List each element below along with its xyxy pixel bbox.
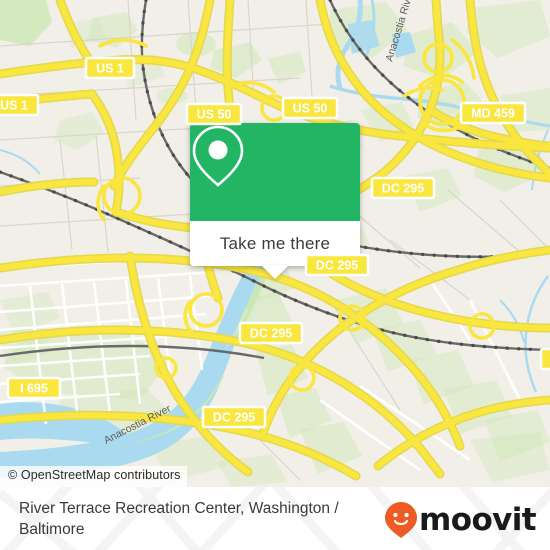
- svg-text:DC 295: DC 295: [213, 411, 255, 425]
- shield-i695: I 695: [6, 376, 62, 400]
- map-shield-layer: US 1 US 1 US 50 US 50 MD 459 DC 295 DC 2…: [0, 56, 550, 429]
- shield-md459: MD 459: [459, 101, 527, 125]
- moovit-smiley-pin-icon: [385, 502, 418, 538]
- shield-edge-clipped: [539, 347, 550, 371]
- shield-dc295-d: DC 295: [201, 405, 267, 429]
- shield-us1-b: US 1: [0, 93, 40, 117]
- moovit-logo[interactable]: moovit: [384, 501, 537, 539]
- svg-text:DC 295: DC 295: [382, 182, 424, 196]
- svg-text:DC 295: DC 295: [316, 259, 358, 273]
- svg-text:US 1: US 1: [96, 62, 124, 76]
- moovit-wordmark: moovit: [419, 501, 537, 538]
- shield-us50-b: US 50: [281, 96, 339, 120]
- svg-text:I 695: I 695: [20, 382, 48, 396]
- footer-bar: River Terrace Recreation Center, Washing…: [0, 487, 550, 550]
- shield-dc295-b: DC 295: [304, 253, 370, 277]
- shield-dc295-c: DC 295: [238, 321, 304, 345]
- shield-us50-a: US 50: [185, 102, 243, 126]
- svg-text:US 50: US 50: [293, 102, 328, 116]
- location-title: River Terrace Recreation Center, Washing…: [19, 500, 339, 538]
- svg-text:DC 295: DC 295: [250, 327, 292, 341]
- map-canvas[interactable]: Anacostia River Anacostia River US 1 US …: [0, 0, 550, 487]
- shield-dc295-a: DC 295: [370, 176, 436, 200]
- svg-text:MD 459: MD 459: [471, 107, 515, 121]
- shield-us1-a: US 1: [84, 56, 136, 80]
- svg-text:US 50: US 50: [197, 108, 232, 122]
- moovit-map-screenshot: Anacostia River Anacostia River US 1 US …: [0, 0, 550, 550]
- svg-text:US 1: US 1: [0, 99, 28, 113]
